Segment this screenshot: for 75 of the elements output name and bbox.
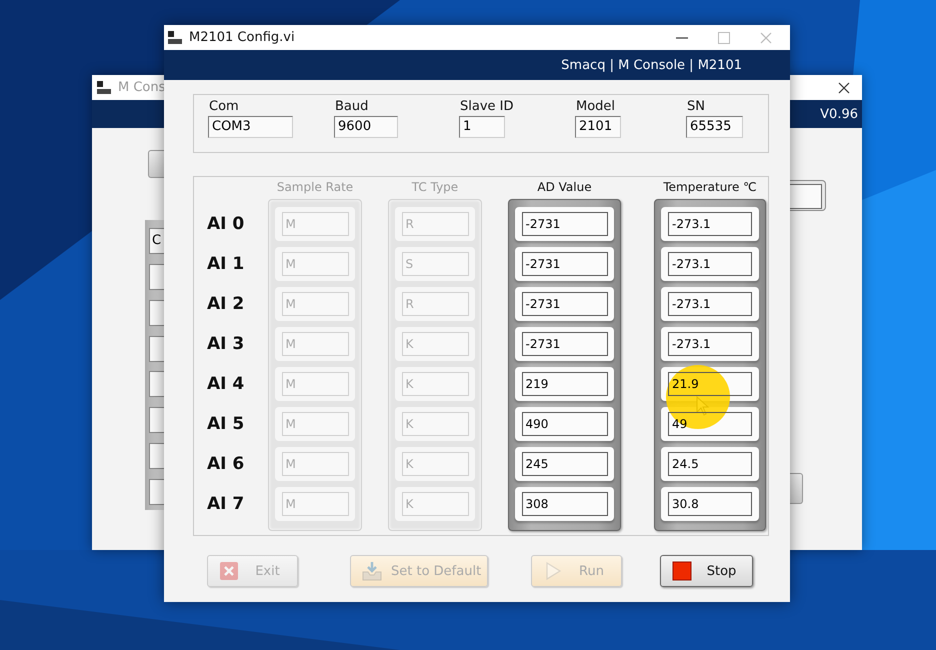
value-field[interactable]: 21.9: [668, 372, 752, 396]
value-field[interactable]: -2731: [522, 292, 608, 316]
close-icon[interactable]: [838, 82, 850, 94]
column-header: Temperature ℃: [662, 180, 758, 196]
value-field[interactable]: -273.1: [668, 252, 752, 276]
field-label: SN: [686, 99, 706, 114]
input-field[interactable]: COM3: [208, 116, 293, 138]
value-field: R: [402, 292, 468, 316]
input-field[interactable]: 2101: [575, 116, 621, 138]
field-label: Com: [208, 99, 240, 114]
value-field[interactable]: 245: [522, 452, 608, 476]
input-field[interactable]: 9600: [334, 116, 398, 138]
channel-label: AI 0: [207, 213, 246, 236]
value-field[interactable]: -273.1: [668, 292, 752, 316]
value-field[interactable]: 490: [522, 412, 608, 436]
value-field[interactable]: -2731: [522, 252, 608, 276]
side-button[interactable]: [790, 473, 803, 504]
channel-field[interactable]: [149, 336, 164, 362]
value-field: K: [402, 412, 468, 436]
value-field[interactable]: [790, 180, 826, 211]
field-label: Baud: [334, 99, 370, 114]
window-title: M2101 Config.vi: [189, 30, 295, 45]
value-field[interactable]: 30.8: [668, 492, 752, 516]
value-field: M: [282, 412, 348, 436]
value-field: M: [282, 252, 348, 276]
value-field: K: [402, 332, 468, 356]
value-field[interactable]: 308: [522, 492, 608, 516]
channel-label: AI 5: [207, 413, 246, 436]
value-field: M: [282, 452, 348, 476]
input-field[interactable]: 65535: [686, 116, 743, 138]
channel-field[interactable]: [149, 371, 164, 398]
stop-icon: [671, 560, 693, 582]
input-field[interactable]: 1: [459, 116, 505, 138]
field-label: Slave ID: [459, 99, 514, 114]
value-field[interactable]: -2731: [522, 332, 608, 356]
value-field: K: [402, 492, 468, 516]
channel-label: AI 7: [207, 493, 246, 516]
value-field[interactable]: -2731: [522, 212, 608, 236]
value-field: M: [282, 332, 348, 356]
value-field[interactable]: 219: [522, 372, 608, 396]
channel-field[interactable]: [149, 479, 164, 506]
channel-label: AI 1: [207, 253, 246, 276]
channel-label: AI 4: [207, 373, 246, 396]
channel-field[interactable]: C: [149, 228, 164, 254]
app-icon: [167, 30, 183, 46]
value-field: K: [402, 372, 468, 396]
column-header: Sample Rate: [276, 180, 354, 196]
channel-field[interactable]: [149, 300, 164, 326]
value-field: R: [402, 212, 468, 236]
channel-label: AI 6: [207, 453, 246, 476]
channel-field[interactable]: [149, 264, 164, 290]
tray-icon: [361, 560, 383, 582]
channel-label: AI 3: [207, 333, 246, 356]
value-field[interactable]: -273.1: [668, 212, 752, 236]
value-field: K: [402, 452, 468, 476]
channel-label: AI 2: [207, 293, 246, 316]
channel-field[interactable]: [149, 407, 164, 434]
value-field[interactable]: -273.1: [668, 332, 752, 356]
stop-button[interactable]: Stop: [660, 555, 753, 587]
field-label: Model: [575, 99, 616, 114]
value-field: S: [402, 252, 468, 276]
header-text: Smacq | M Console | M2101: [561, 58, 742, 72]
app-icon: [96, 80, 112, 96]
value-field: M: [282, 212, 348, 236]
column-header: AD Value: [536, 180, 593, 196]
version-label: V0.96: [820, 106, 858, 122]
close-icon: [218, 560, 240, 582]
value-field: M: [282, 492, 348, 516]
value-field[interactable]: 24.5: [668, 452, 752, 476]
value-field: M: [282, 372, 348, 396]
value-field: M: [282, 292, 348, 316]
column-header: TC Type: [410, 180, 460, 196]
window-title: M Cons: [118, 80, 166, 95]
channel-field[interactable]: [149, 443, 164, 470]
toolbar-button[interactable]: [148, 150, 164, 178]
